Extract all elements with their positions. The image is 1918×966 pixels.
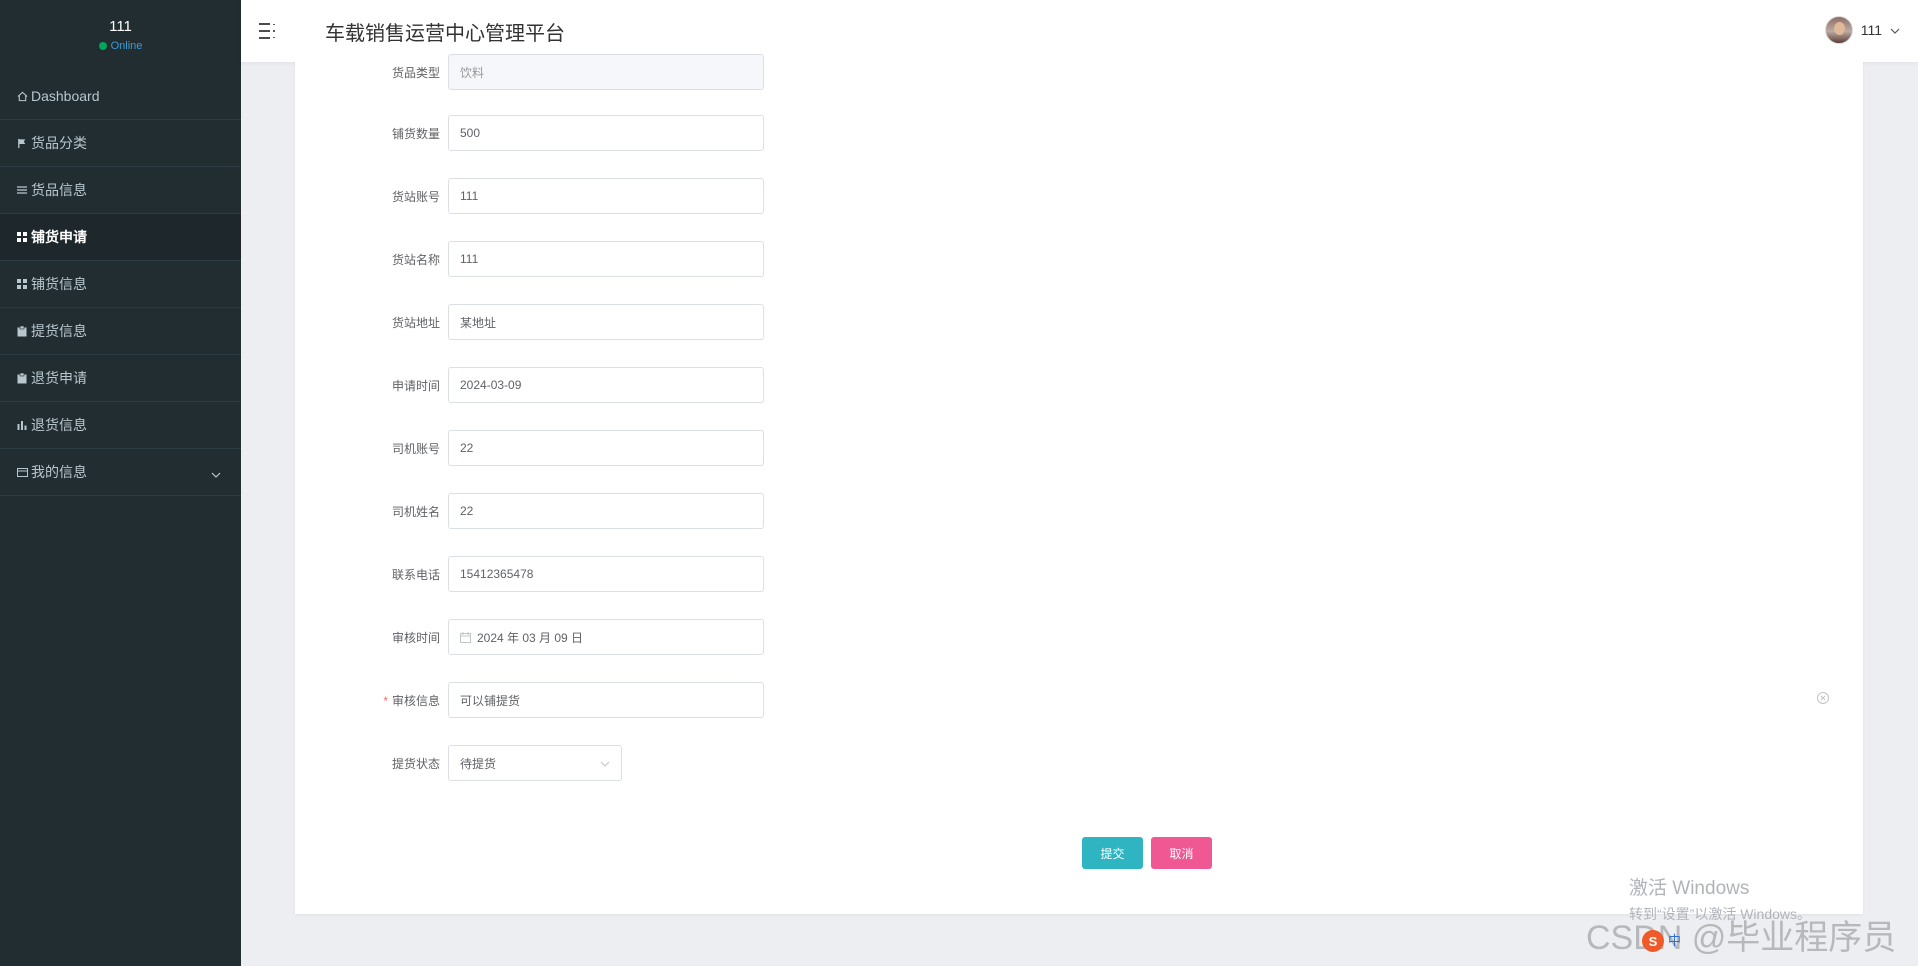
field-label: * 审核信息 (295, 692, 448, 709)
form-row-apply-time: 申请时间 2024-03-09 (295, 367, 764, 403)
field-label: 审核时间 (391, 630, 440, 645)
app-title: 车载销售运营中心管理平台 (325, 22, 565, 45)
user-panel: 111 Online (0, 0, 241, 73)
field-label: 货品类型 (391, 65, 440, 80)
home-icon (15, 91, 29, 102)
field-label-text: 审核信息 (391, 693, 440, 708)
clear-circle-icon[interactable] (1817, 692, 1829, 704)
online-dot-icon (98, 42, 107, 50)
field-label: 联系电话 (391, 567, 440, 582)
flag-icon (15, 138, 29, 149)
submit-button[interactable]: 提交 (1082, 837, 1143, 869)
sidebar-item-label: 我的信息 (31, 464, 87, 480)
sidebar-item-goods-category[interactable]: 货品分类 (0, 120, 241, 167)
list-icon (15, 185, 29, 195)
form-row-station-address: 货站地址 某地址 (295, 304, 764, 340)
card-icon (15, 467, 29, 477)
user-status: Online (0, 40, 241, 52)
sidebar-item-label: Dashboard (31, 88, 100, 104)
chevron-down-icon (1890, 22, 1900, 38)
grid-icon (15, 232, 29, 242)
sidebar-item-distribution-info[interactable]: 铺货信息 (0, 261, 241, 308)
station-address-field[interactable]: 某地址 (448, 304, 764, 340)
menu-toggle-icon[interactable] (257, 20, 279, 42)
sidebar-item-return-apply[interactable]: 退货申请 (0, 355, 241, 402)
sidebar-item-label: 提货信息 (31, 323, 87, 339)
bar-chart-icon (15, 420, 29, 430)
driver-account-field[interactable]: 22 (448, 430, 764, 466)
form-row-quantity: 铺货数量 500 (295, 115, 764, 151)
form-row-phone: 联系电话 15412365478 (295, 556, 764, 592)
sidebar-item-goods-info[interactable]: 货品信息 (0, 167, 241, 214)
ime-mode-label[interactable]: 中 (1668, 930, 1681, 952)
sidebar-item-dashboard[interactable]: Dashboard (0, 73, 241, 120)
status-text: Online (110, 40, 143, 52)
avatar (1824, 16, 1853, 44)
form-row-review-time: 审核时间 2024 年 03 月 09 日 (295, 619, 764, 655)
calendar-icon (460, 631, 471, 643)
sidebar: 111 Online Dashboard 货品分类 货品信息 铺货申请 铺货信息… (0, 0, 241, 966)
sidebar-item-label: 退货信息 (31, 417, 87, 433)
station-account-field[interactable]: 111 (448, 178, 764, 214)
review-time-date-picker[interactable]: 2024 年 03 月 09 日 (448, 619, 764, 655)
grid-icon (15, 279, 29, 289)
pickup-status-value: 待提货 (460, 756, 497, 771)
form-row-driver-name: 司机姓名 22 (295, 493, 764, 529)
pickup-status-select[interactable]: 待提货 (448, 745, 622, 781)
quantity-field[interactable]: 500 (448, 115, 764, 151)
field-label: 申请时间 (391, 378, 440, 393)
driver-name-field[interactable]: 22 (448, 493, 764, 529)
chevron-down-icon (600, 756, 610, 770)
field-label: 货站账号 (391, 189, 440, 204)
clipboard-icon (15, 372, 29, 384)
form-row-review-info: * 审核信息 可以铺提货 (295, 682, 764, 718)
sidebar-item-label: 货品分类 (31, 135, 87, 151)
apply-time-field[interactable]: 2024-03-09 (448, 367, 764, 403)
field-label: 铺货数量 (391, 126, 440, 141)
header-user-name: 111 (1860, 22, 1882, 38)
field-label: 司机账号 (391, 441, 440, 456)
top-header: 车载销售运营中心管理平台 111 (241, 0, 1918, 62)
watermark-title: 激活 Windows (1629, 878, 1750, 899)
cancel-button[interactable]: 取消 (1151, 837, 1212, 869)
field-label: 货站地址 (391, 315, 440, 330)
field-label: 提货状态 (391, 756, 440, 771)
required-mark: * (383, 693, 388, 708)
review-info-field[interactable]: 可以铺提货 (448, 682, 764, 718)
phone-field[interactable]: 15412365478 (448, 556, 764, 592)
form-row-pickup-status: 提货状态 待提货 (295, 745, 622, 781)
station-name-field[interactable]: 111 (448, 241, 764, 277)
form-row-driver-account: 司机账号 22 (295, 430, 764, 466)
sogou-ime-icon[interactable]: S (1642, 930, 1664, 952)
sidebar-item-pickup-info[interactable]: 提货信息 (0, 308, 241, 355)
header-user-menu[interactable]: 111 (1824, 16, 1900, 44)
field-label: 货站名称 (391, 252, 440, 267)
chevron-down-icon (211, 466, 221, 482)
sidebar-user-name: 111 (109, 18, 132, 35)
form-card: 货品类型 饮料 铺货数量 500 货站账号 111 货站名称 111 货站地址 … (295, 54, 1863, 914)
ime-tray: S 中 (1642, 930, 1681, 952)
sidebar-item-label: 退货申请 (31, 370, 87, 386)
sidebar-item-distribution-apply[interactable]: 铺货申请 (0, 214, 241, 261)
goods-type-field: 饮料 (448, 54, 764, 90)
form-row-station-account: 货站账号 111 (295, 178, 764, 214)
form-row-station-name: 货站名称 111 (295, 241, 764, 277)
sidebar-item-my-info[interactable]: 我的信息 (0, 449, 241, 496)
sidebar-item-label: 货品信息 (31, 182, 87, 198)
sidebar-item-label: 铺货信息 (31, 276, 87, 292)
csdn-watermark: CSDN @毕业程序员 (1586, 919, 1897, 957)
form-row-goods-type: 货品类型 饮料 (295, 54, 764, 90)
clipboard-icon (15, 325, 29, 337)
sidebar-item-return-info[interactable]: 退货信息 (0, 402, 241, 449)
sidebar-item-label: 铺货申请 (31, 229, 87, 245)
review-time-value: 2024 年 03 月 09 日 (477, 630, 584, 645)
field-label: 司机姓名 (391, 504, 440, 519)
